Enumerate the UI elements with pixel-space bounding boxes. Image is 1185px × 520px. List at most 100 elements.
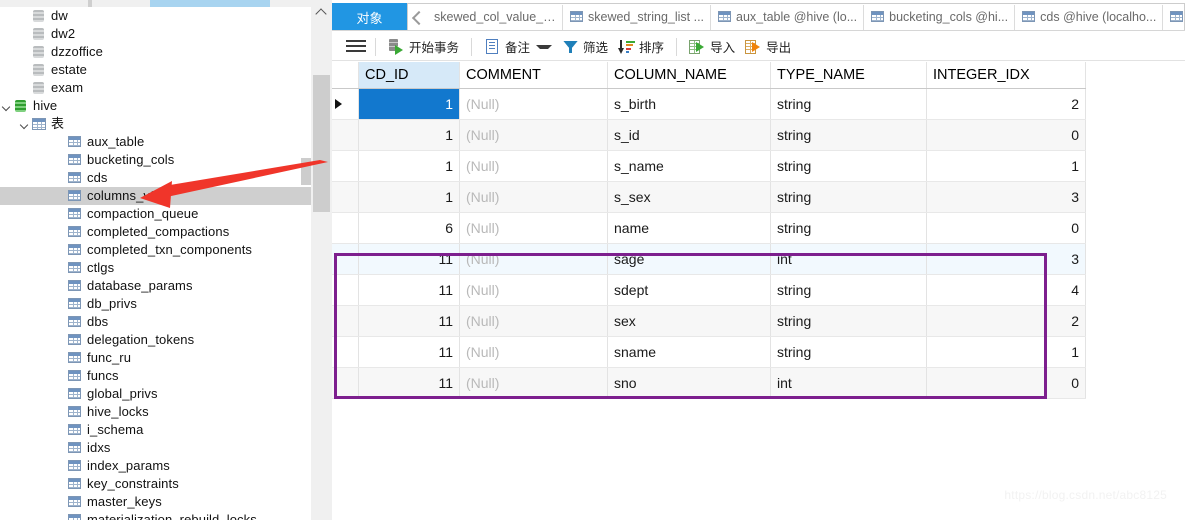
tree-item-materialization_rebuild_locks[interactable]: materialization_rebuild_locks [0, 511, 311, 520]
cell-integer_idx[interactable]: 3 [926, 243, 1086, 275]
cell-comment[interactable]: (Null) [459, 336, 608, 368]
cell-type_name[interactable]: string [770, 181, 927, 213]
tree-item-ctlgs[interactable]: ctlgs [0, 259, 311, 277]
editor-tab[interactable]: skewed_string_list ... [562, 4, 710, 30]
tree-item-global_privs[interactable]: global_privs [0, 385, 311, 403]
cell-comment[interactable]: (Null) [459, 150, 608, 182]
cell-type_name[interactable]: string [770, 274, 927, 306]
chevron-down-icon[interactable] [18, 115, 31, 133]
table-row[interactable]: 1 (Null) s_sex string 3 [332, 181, 1086, 213]
cell-integer_idx[interactable]: 0 [926, 367, 1086, 399]
cell-type_name[interactable]: string [770, 336, 927, 368]
tree-item-aux_table[interactable]: aux_table [0, 133, 311, 151]
editor-tab[interactable]: aux_table @hive (lo... [710, 4, 863, 30]
tree-item-bucketing_cols[interactable]: bucketing_cols [0, 151, 311, 169]
cell-comment[interactable]: (Null) [459, 367, 608, 399]
tree-item-dw2[interactable]: dw2 [0, 25, 311, 43]
column-header-comment[interactable]: COMMENT [459, 62, 608, 89]
table-row[interactable]: 11 (Null) sname string 1 [332, 336, 1086, 368]
tree-item-hive_locks[interactable]: hive_locks [0, 403, 311, 421]
tree-item-funcs[interactable]: funcs [0, 367, 311, 385]
cell-cd_id[interactable]: 11 [358, 367, 460, 399]
chevron-left-icon[interactable] [408, 5, 428, 30]
cell-integer_idx[interactable]: 0 [926, 119, 1086, 151]
tree-item-exam[interactable]: exam [0, 79, 311, 97]
tree-item-idxs[interactable]: idxs [0, 439, 311, 457]
tree-item-cds[interactable]: cds [0, 169, 311, 187]
chevron-down-icon[interactable] [536, 44, 553, 49]
cell-comment[interactable]: (Null) [459, 119, 608, 151]
cell-comment[interactable]: (Null) [459, 305, 608, 337]
table-row[interactable]: 11 (Null) sage int 3 [332, 243, 1086, 275]
tree-item-columns_v2[interactable]: columns_v2 [0, 187, 311, 205]
tree-hscroll-thumb-stub[interactable] [301, 158, 311, 185]
toolbar-button-note[interactable]: 备注 [479, 34, 557, 60]
column-header-cd_id[interactable]: CD_ID [358, 62, 460, 89]
cell-column_name[interactable]: s_sex [607, 181, 771, 213]
tree-item-delegation_tokens[interactable]: delegation_tokens [0, 331, 311, 349]
table-row[interactable]: 1 (Null) s_birth string 2 [332, 88, 1086, 120]
cell-comment[interactable]: (Null) [459, 88, 608, 120]
tree-item-dw[interactable]: dw [0, 7, 311, 25]
database-tree[interactable]: dw dw2 dzzoffice estate exam hive 表 aux_table bu… [0, 7, 311, 520]
cell-integer_idx[interactable]: 1 [926, 336, 1086, 368]
cell-column_name[interactable]: s_id [607, 119, 771, 151]
cell-column_name[interactable]: sdept [607, 274, 771, 306]
toolbar-button-sort[interactable]: 排序 [613, 34, 669, 60]
editor-tab[interactable]: cds @hive (localho... [1014, 4, 1162, 30]
toolbar-button-begin-transaction[interactable]: 开始事务 [383, 34, 464, 60]
cell-type_name[interactable]: string [770, 150, 927, 182]
tree-vertical-scrollbar[interactable] [301, 0, 332, 520]
tree-item-func_ru[interactable]: func_ru [0, 349, 311, 367]
cell-cd_id[interactable]: 1 [358, 181, 460, 213]
cell-integer_idx[interactable]: 4 [926, 274, 1086, 306]
cell-cd_id[interactable]: 1 [358, 119, 460, 151]
column-header-column_name[interactable]: COLUMN_NAME [607, 62, 771, 89]
toolbar-button-export[interactable]: 导出 [740, 34, 796, 60]
tree-vscroll-thumb[interactable] [313, 75, 330, 212]
cell-type_name[interactable]: int [770, 367, 927, 399]
editor-tab[interactable]: co [1162, 4, 1184, 30]
tree-item--[interactable]: 表 [0, 115, 311, 133]
table-row[interactable]: 11 (Null) sex string 2 [332, 305, 1086, 337]
column-header-integer_idx[interactable]: INTEGER_IDX [926, 62, 1086, 89]
tree-item-completed_compactions[interactable]: completed_compactions [0, 223, 311, 241]
cell-type_name[interactable]: string [770, 119, 927, 151]
tree-item-dbs[interactable]: dbs [0, 313, 311, 331]
table-row[interactable]: 11 (Null) sdept string 4 [332, 274, 1086, 306]
sidebar-hscroll-thumb[interactable] [150, 0, 270, 7]
cell-cd_id[interactable]: 1 [358, 150, 460, 182]
sidebar-horizontal-scrollbar[interactable] [0, 0, 311, 7]
tree-item-estate[interactable]: estate [0, 61, 311, 79]
editor-tab[interactable]: bucketing_cols @hi... [863, 4, 1014, 30]
editor-tab[interactable]: skewed_col_value_l... [428, 5, 562, 30]
data-grid[interactable]: CD_ID COMMENT COLUMN_NAME TYPE_NAME INTEGER_… [332, 62, 1185, 399]
tab-object[interactable]: 对象 [332, 3, 407, 31]
cell-cd_id[interactable]: 11 [358, 336, 460, 368]
cell-comment[interactable]: (Null) [459, 274, 608, 306]
tree-item-completed_txn_components[interactable]: completed_txn_components [0, 241, 311, 259]
cell-cd_id[interactable]: 11 [358, 243, 460, 275]
cell-integer_idx[interactable]: 1 [926, 150, 1086, 182]
cell-integer_idx[interactable]: 3 [926, 181, 1086, 213]
cell-integer_idx[interactable]: 2 [926, 88, 1086, 120]
tree-item-database_params[interactable]: database_params [0, 277, 311, 295]
scroll-up-arrow-icon[interactable] [311, 4, 332, 18]
tree-item-hive[interactable]: hive [0, 97, 311, 115]
toolbar-button-import[interactable]: 导入 [684, 34, 740, 60]
cell-comment[interactable]: (Null) [459, 243, 608, 275]
cell-comment[interactable]: (Null) [459, 212, 608, 244]
cell-cd_id[interactable]: 11 [358, 305, 460, 337]
cell-cd_id[interactable]: 1 [358, 88, 460, 120]
tree-item-i_schema[interactable]: i_schema [0, 421, 311, 439]
tree-item-compaction_queue[interactable]: compaction_queue [0, 205, 311, 223]
cell-column_name[interactable]: sname [607, 336, 771, 368]
cell-type_name[interactable]: string [770, 305, 927, 337]
cell-type_name[interactable]: string [770, 88, 927, 120]
toolbar-button-filter[interactable]: 筛选 [557, 34, 613, 60]
cell-type_name[interactable]: string [770, 212, 927, 244]
cell-column_name[interactable]: sage [607, 243, 771, 275]
cell-cd_id[interactable]: 6 [358, 212, 460, 244]
tree-item-master_keys[interactable]: master_keys [0, 493, 311, 511]
cell-column_name[interactable]: s_name [607, 150, 771, 182]
